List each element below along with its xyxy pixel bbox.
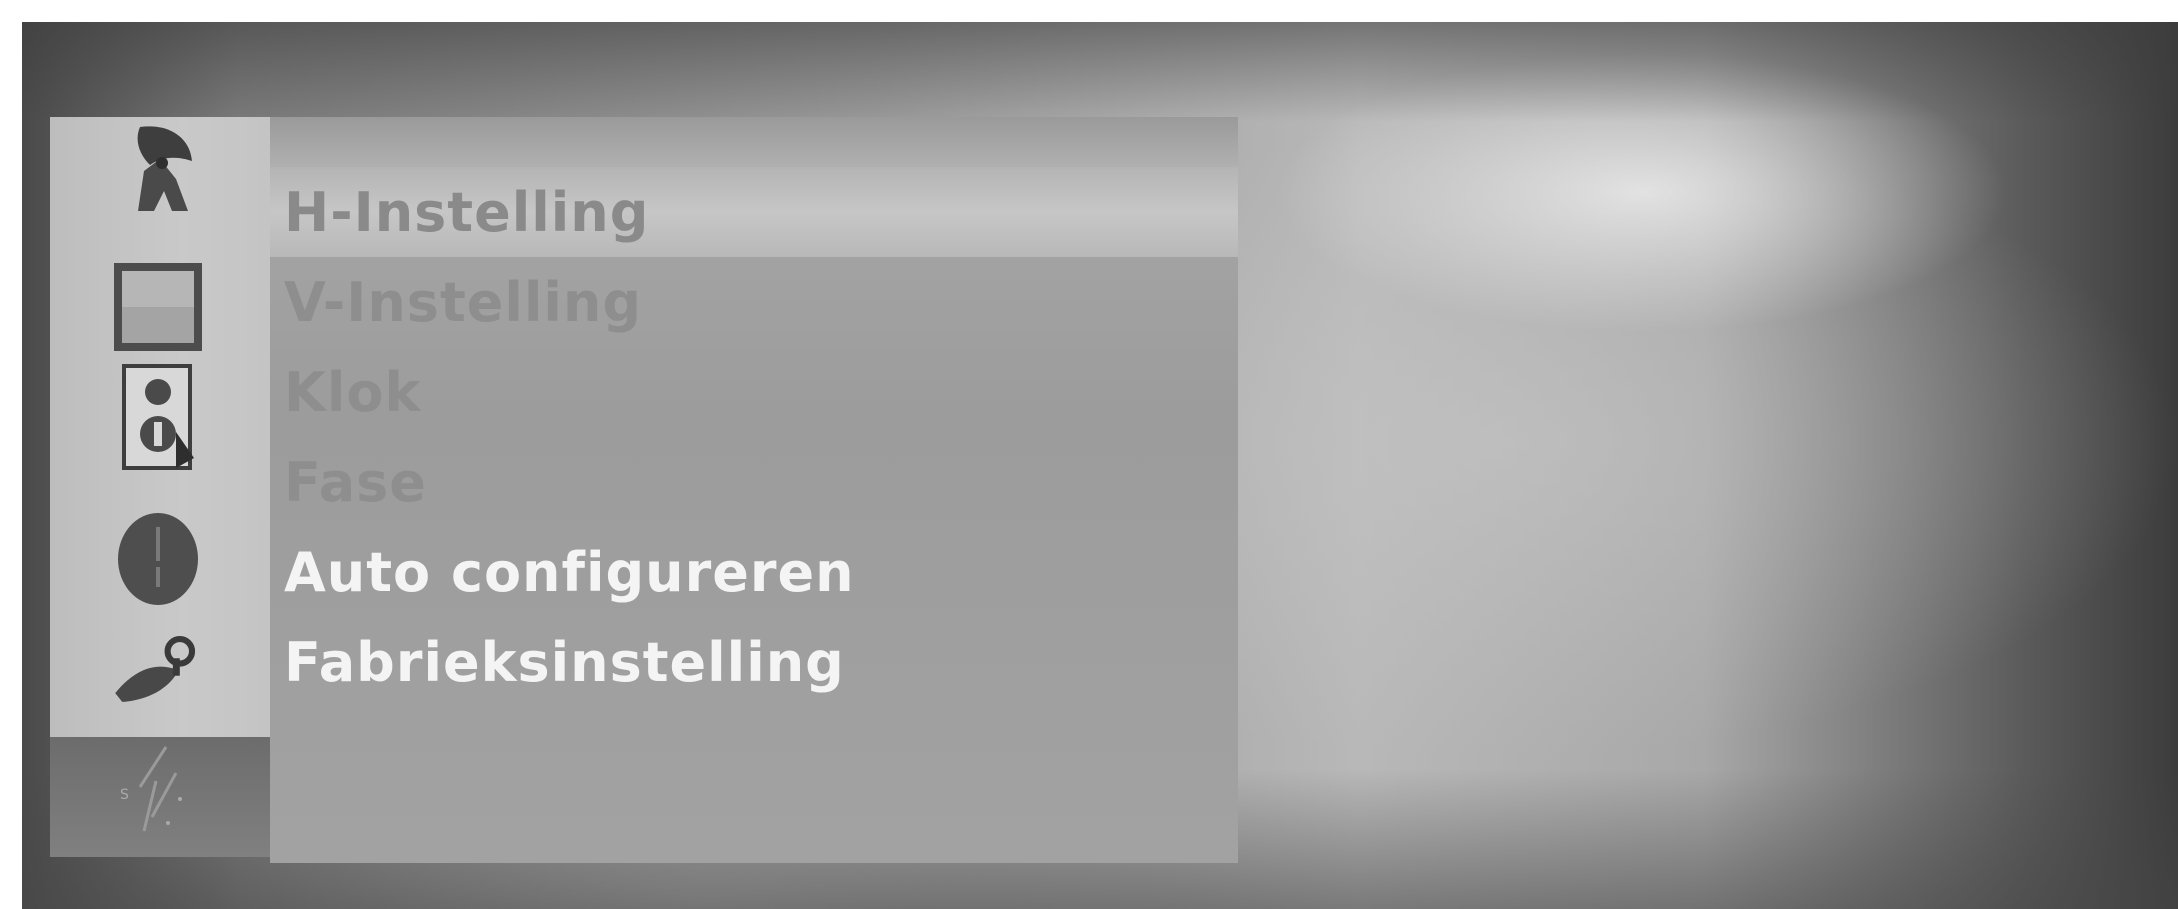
menu-icon-column: S — [50, 117, 270, 857]
speaker-icon[interactable] — [110, 364, 206, 470]
menu-item-label: Fabrieksinstelling — [284, 630, 845, 694]
menu-item-label: V-Instelling — [284, 270, 643, 334]
menu-panel-header — [270, 117, 1238, 172]
menu-item-label: Auto configureren — [284, 540, 855, 604]
menu-panel: H-Instelling V-Instelling Klok Fase Auto… — [270, 117, 1238, 863]
clock-icon[interactable] — [110, 513, 206, 605]
menu-item-klok[interactable]: Klok — [270, 347, 1238, 437]
svg-text:S: S — [120, 787, 129, 803]
screen-icon[interactable] — [110, 263, 206, 351]
satellite-dish-icon[interactable] — [110, 126, 206, 211]
settings-key-icon[interactable] — [110, 627, 206, 707]
menu-item-fabrieksinstelling[interactable]: Fabrieksinstelling — [270, 617, 1238, 707]
menu-item-label: Klok — [284, 360, 422, 424]
menu-item-h-instelling[interactable]: H-Instelling — [270, 167, 1238, 257]
menu-item-fase[interactable]: Fase — [270, 437, 1238, 527]
menu-item-label: H-Instelling — [284, 180, 650, 244]
tv-screen: S H-Instelling V-Instelling Klok Fase Au… — [22, 22, 2178, 909]
menu-item-auto-configureren[interactable]: Auto configureren — [270, 527, 1238, 617]
menu-item-v-instelling[interactable]: V-Instelling — [270, 257, 1238, 347]
special-icon[interactable]: S — [110, 746, 206, 832]
menu-item-label: Fase — [284, 450, 427, 514]
